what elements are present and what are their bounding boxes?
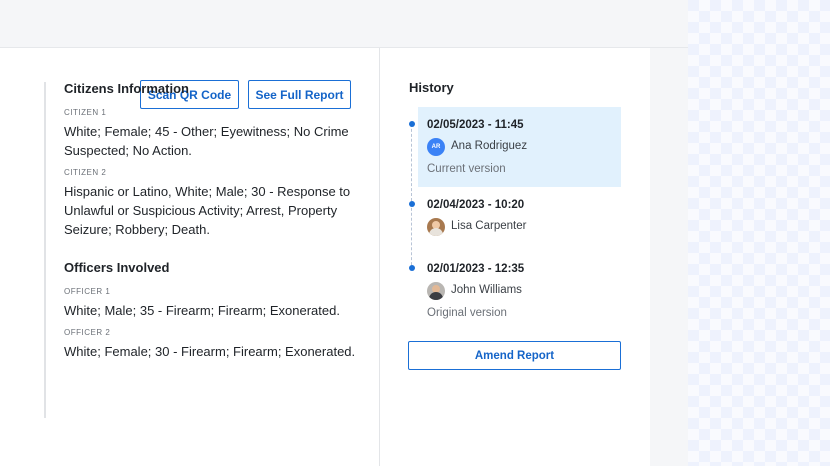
history-entry-author: Lisa Carpenter	[451, 220, 527, 232]
history-entry-date: 02/04/2023 - 10:20	[427, 199, 525, 211]
history-entry-note: Current version	[427, 163, 506, 175]
report-content: Citizens Information CITIZEN 1 White; Fe…	[44, 81, 380, 418]
top-bar	[0, 0, 688, 48]
avatar-body	[429, 292, 443, 300]
history-entry-author: John Williams	[451, 284, 522, 296]
history-entry-current[interactable]: 02/05/2023 - 11:45 AR Ana Rodriguez Curr…	[418, 107, 621, 187]
avatar: AR	[427, 138, 445, 156]
officer-2-value: White; Female; 30 - Firearm; Firearm; Ex…	[64, 344, 356, 359]
timeline-dot	[409, 201, 415, 207]
background-pattern	[688, 0, 830, 466]
timeline-dot	[409, 121, 415, 127]
history-entry-note: Original version	[427, 307, 507, 319]
officer-1-value: White; Male; 35 - Firearm; Firearm; Exon…	[64, 303, 340, 318]
history-panel: History 02/05/2023 - 11:45 AR Ana Rodrig…	[381, 48, 650, 466]
timeline-dot	[409, 265, 415, 271]
citizens-information-title: Citizens Information	[64, 81, 189, 96]
history-entry-date: 02/05/2023 - 11:45	[427, 119, 524, 131]
avatar-body	[429, 228, 443, 236]
officer-1-label: OFFICER 1	[64, 287, 111, 296]
citizen-1-value: White; Female; 45 - Other; Eyewitness; N…	[64, 124, 349, 158]
avatar	[427, 218, 445, 236]
citizen-2-value: Hispanic or Latino, White; Male; 30 - Re…	[64, 184, 351, 237]
timeline-line	[411, 124, 412, 270]
history-entry-date: 02/01/2023 - 12:35	[427, 263, 525, 275]
officer-2-label: OFFICER 2	[64, 328, 111, 337]
citizen-2-label: CITIZEN 2	[64, 168, 107, 177]
history-entry[interactable]: 02/01/2023 - 12:35 John Williams Origina…	[418, 251, 621, 327]
history-entry-author: Ana Rodriguez	[451, 140, 528, 152]
officers-involved-title: Officers Involved	[64, 260, 170, 275]
panel-gutter	[650, 48, 688, 466]
history-title: History	[409, 80, 454, 95]
avatar	[427, 282, 445, 300]
amend-report-button[interactable]: Amend Report	[408, 341, 621, 370]
history-entry[interactable]: 02/04/2023 - 10:20 Lisa Carpenter	[418, 187, 621, 241]
citizen-1-label: CITIZEN 1	[64, 108, 107, 117]
